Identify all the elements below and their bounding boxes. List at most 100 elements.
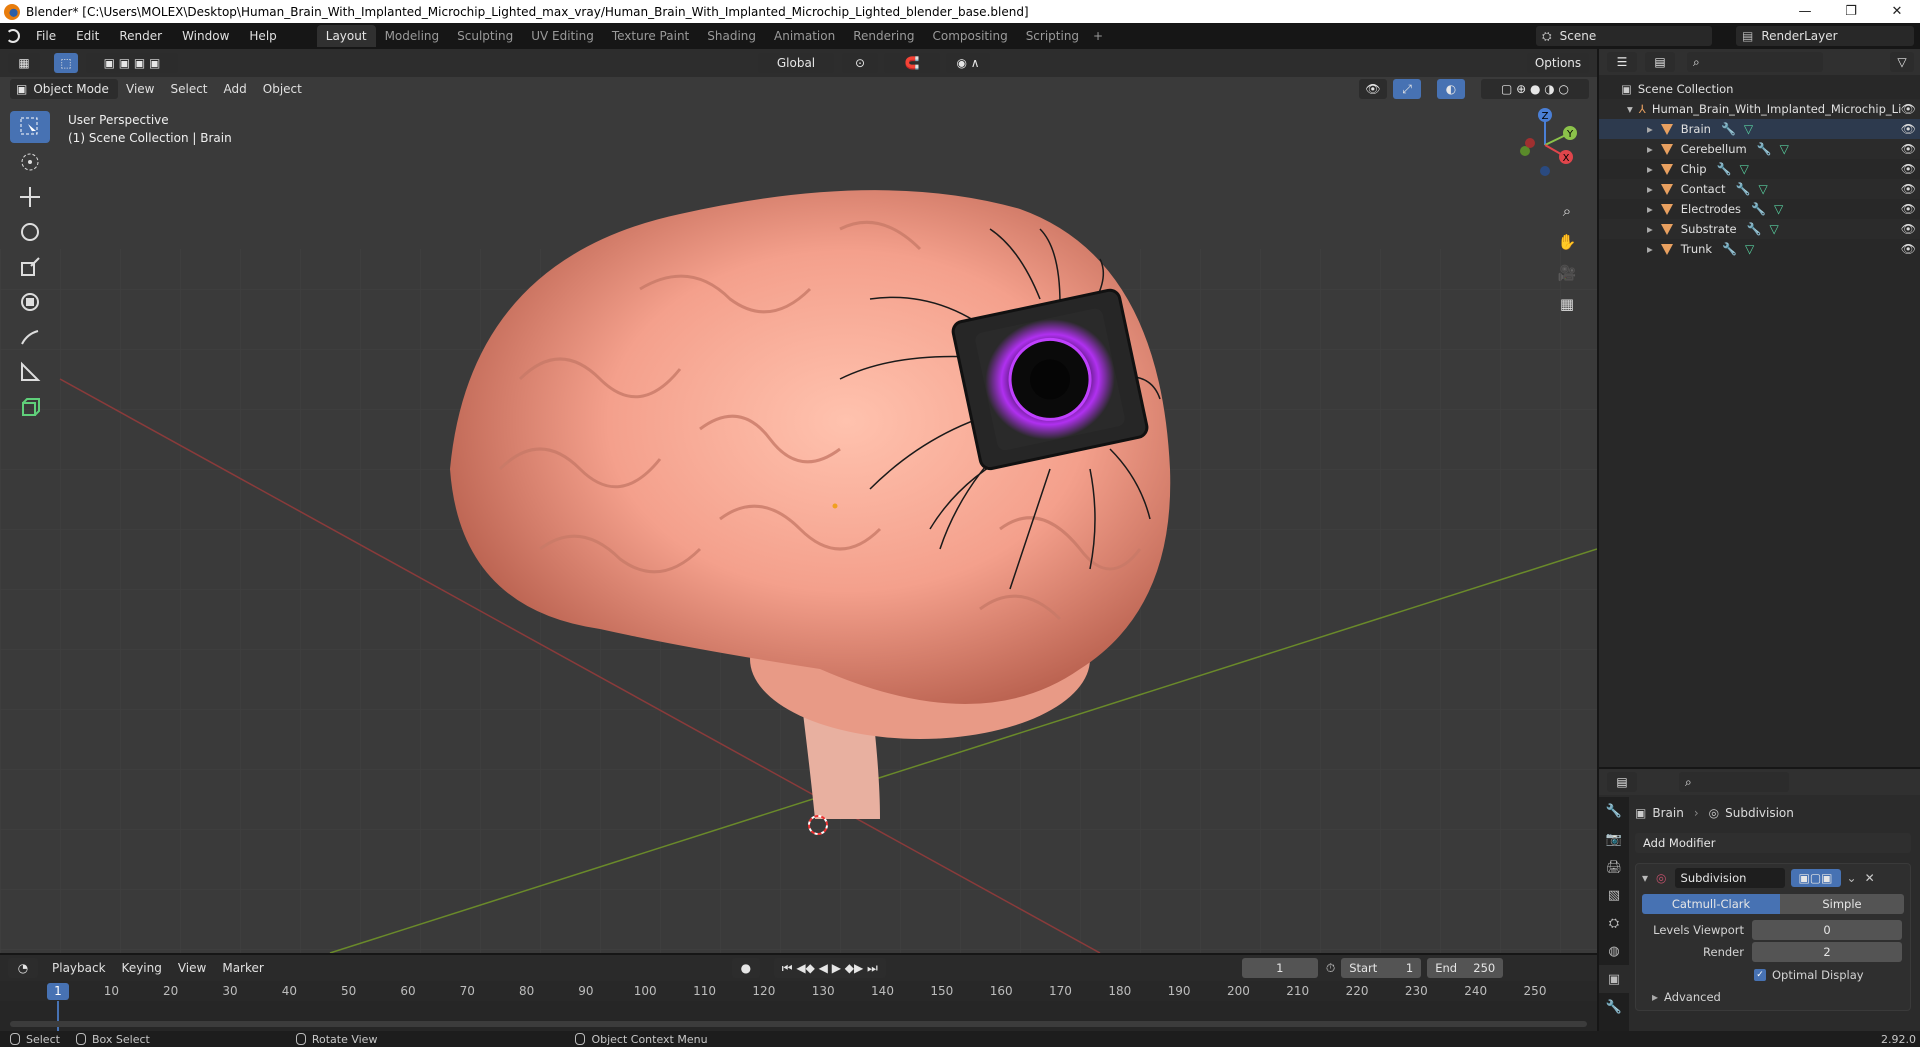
scene-selector[interactable]: ⛭ Scene bbox=[1536, 26, 1712, 46]
visibility-eye-icon[interactable]: 👁 bbox=[1901, 222, 1916, 236]
options-dropdown[interactable]: Options bbox=[1527, 53, 1589, 73]
transform-tool-icon[interactable] bbox=[10, 286, 50, 318]
world-tab-icon[interactable]: ◍ bbox=[1599, 937, 1629, 965]
viewport-menu-view[interactable]: View bbox=[118, 82, 162, 96]
optimal-display-checkbox[interactable]: ✓ bbox=[1754, 969, 1766, 981]
cursor-tool-icon[interactable] bbox=[10, 146, 50, 178]
pan-hand-icon[interactable]: ✋ bbox=[1553, 228, 1581, 256]
playhead[interactable]: 1 bbox=[47, 983, 69, 1000]
timeline-editor-type[interactable]: ◔ bbox=[8, 958, 38, 978]
tab-shading[interactable]: Shading bbox=[698, 25, 765, 47]
3d-viewport[interactable]: ▦ ⬚ ▣ ▣ ▣ ▣ Global ⊙ 🧲 ◉ ∧ Options ▣ Obj… bbox=[0, 49, 1597, 953]
filter-icon[interactable]: ▽ bbox=[1890, 52, 1914, 72]
stopwatch-icon[interactable]: ⏱ bbox=[1326, 961, 1335, 976]
properties-search-input[interactable]: ⌕ bbox=[1679, 772, 1789, 792]
scale-tool-icon[interactable] bbox=[10, 251, 50, 283]
record-keyframe-icon[interactable]: ● bbox=[731, 958, 760, 978]
remove-modifier-icon[interactable]: ✕ bbox=[1865, 871, 1875, 885]
add-workspace-button[interactable]: + bbox=[1088, 29, 1108, 43]
tab-animation[interactable]: Animation bbox=[765, 25, 844, 47]
tab-sculpting[interactable]: Sculpting bbox=[448, 25, 522, 47]
advanced-subpanel[interactable]: ▸ Advanced bbox=[1642, 990, 1904, 1004]
zoom-icon[interactable]: ⌕ bbox=[1553, 197, 1581, 225]
proportional-edit[interactable]: ◉ ∧ bbox=[946, 53, 990, 73]
collection-row[interactable]: ▾ ⅄ Human_Brain_With_Implanted_Microchip… bbox=[1599, 99, 1920, 119]
object-tab-icon[interactable]: ▣ bbox=[1599, 965, 1629, 993]
minimize-button[interactable]: — bbox=[1782, 0, 1828, 23]
outliner-item-contact[interactable]: ▸ Contact 🔧 ▽ 👁 bbox=[1599, 179, 1920, 199]
tab-rendering[interactable]: Rendering bbox=[844, 25, 923, 47]
timeline-menu-keying[interactable]: Keying bbox=[114, 961, 170, 975]
snap-toggle[interactable]: 🧲 bbox=[884, 53, 940, 73]
current-frame-input[interactable]: 1 bbox=[1241, 958, 1318, 978]
modifier-visibility-toggles[interactable]: ▣▢▣ bbox=[1790, 869, 1841, 887]
selection-mode-icons[interactable]: ▣ ▣ ▣ ▣ bbox=[86, 53, 178, 73]
simple-button[interactable]: Simple bbox=[1780, 894, 1904, 914]
pivot-dropdown[interactable]: ⊙ bbox=[842, 53, 878, 73]
properties-editor-type[interactable]: ▤ bbox=[1607, 772, 1637, 792]
display-mode-dropdown[interactable]: ▤ bbox=[1645, 52, 1675, 72]
output-tab-icon[interactable]: 🖨 bbox=[1599, 853, 1629, 881]
menu-file[interactable]: File bbox=[26, 23, 66, 49]
move-tool-icon[interactable] bbox=[10, 181, 50, 213]
shading-mode-icons[interactable]: ▢ ⊕ ● ◑ ○ bbox=[1481, 79, 1589, 99]
select-box-tool[interactable] bbox=[10, 111, 50, 143]
outliner-item-electrodes[interactable]: ▸ Electrodes 🔧 ▽ 👁 bbox=[1599, 199, 1920, 219]
render-layer-selector[interactable]: ▤ RenderLayer bbox=[1736, 26, 1914, 46]
tool-tab-icon[interactable]: 🔧 bbox=[1599, 797, 1629, 825]
tab-compositing[interactable]: Compositing bbox=[923, 25, 1016, 47]
rotate-tool-icon[interactable] bbox=[10, 216, 50, 248]
scene-collection-row[interactable]: ▣ Scene Collection bbox=[1599, 79, 1920, 99]
axis-gizmo[interactable]: Z Y X bbox=[1510, 107, 1580, 177]
outliner-item-substrate[interactable]: ▸ Substrate 🔧 ▽ 👁 bbox=[1599, 219, 1920, 239]
menu-window[interactable]: Window bbox=[172, 23, 239, 49]
maximize-button[interactable]: ❐ bbox=[1828, 0, 1874, 23]
viewport-menu-object[interactable]: Object bbox=[255, 82, 310, 96]
menu-render[interactable]: Render bbox=[109, 23, 172, 49]
blender-menu-icon[interactable] bbox=[0, 23, 26, 49]
render-tab-icon[interactable]: 📷 bbox=[1599, 825, 1629, 853]
menu-help[interactable]: Help bbox=[239, 23, 286, 49]
ortho-grid-icon[interactable]: ▦ bbox=[1553, 290, 1581, 318]
add-cube-tool-icon[interactable] bbox=[10, 391, 50, 423]
outliner-item-trunk[interactable]: ▸ Trunk 🔧 ▽ 👁 bbox=[1599, 239, 1920, 259]
levels-viewport-input[interactable]: 0 bbox=[1752, 920, 1902, 940]
measure-tool-icon[interactable] bbox=[10, 356, 50, 388]
timeline-track[interactable] bbox=[0, 1001, 1597, 1033]
editor-type-button[interactable]: ▦ bbox=[8, 53, 40, 73]
tab-scripting[interactable]: Scripting bbox=[1017, 25, 1088, 47]
tab-modeling[interactable]: Modeling bbox=[376, 25, 449, 47]
timeline-menu-view[interactable]: View bbox=[170, 961, 214, 975]
visibility-icon[interactable]: 👁 bbox=[1359, 79, 1387, 99]
tab-layout[interactable]: Layout bbox=[316, 25, 376, 47]
view-layer-tab-icon[interactable]: ▧ bbox=[1599, 881, 1629, 909]
overlay-toggle-icon[interactable]: ◐ bbox=[1437, 79, 1465, 99]
menu-edit[interactable]: Edit bbox=[66, 23, 109, 49]
gizmo-toggle-icon[interactable]: ⤢ bbox=[1393, 79, 1421, 99]
mode-dropdown[interactable]: ▣ Object Mode bbox=[10, 79, 118, 99]
viewport-menu-add[interactable]: Add bbox=[216, 82, 255, 96]
visibility-eye-icon[interactable]: 👁 bbox=[1901, 142, 1916, 156]
outliner-item-cerebellum[interactable]: ▸ Cerebellum 🔧 ▽ 👁 bbox=[1599, 139, 1920, 159]
modifier-name-field[interactable]: Subdivision bbox=[1674, 868, 1785, 888]
outliner-search-input[interactable]: ⌕ bbox=[1687, 52, 1823, 72]
timeline-menu-playback[interactable]: Playback bbox=[44, 961, 114, 975]
orientation-dropdown[interactable]: Global bbox=[758, 53, 834, 73]
modifier-tab-icon[interactable]: 🔧 bbox=[1599, 993, 1629, 1021]
camera-view-icon[interactable]: 🎥 bbox=[1553, 259, 1581, 287]
start-frame-input[interactable]: Start 1 bbox=[1341, 958, 1422, 978]
outliner-item-brain[interactable]: ▸ Brain 🔧 ▽ 👁 bbox=[1599, 119, 1920, 139]
select-mode-button[interactable]: ⬚ bbox=[54, 53, 78, 73]
tab-texture-paint[interactable]: Texture Paint bbox=[603, 25, 698, 47]
outliner-editor-type[interactable]: ☰ bbox=[1607, 52, 1637, 72]
close-button[interactable]: ✕ bbox=[1874, 0, 1920, 23]
visibility-eye-icon[interactable]: 👁 bbox=[1901, 162, 1916, 176]
visibility-eye-icon[interactable]: 👁 bbox=[1901, 242, 1916, 256]
timeline-ruler[interactable]: 1 10 20 30 40 50 60 70 80 90 100 110 120 130 140 150 16… bbox=[0, 981, 1597, 1001]
add-modifier-dropdown[interactable]: Add Modifier bbox=[1635, 833, 1911, 853]
timeline-scrollbar[interactable] bbox=[10, 1021, 1587, 1027]
end-frame-input[interactable]: End 250 bbox=[1427, 958, 1504, 978]
visibility-eye-icon[interactable]: 👁 bbox=[1901, 202, 1916, 216]
catmull-clark-button[interactable]: Catmull-Clark bbox=[1642, 894, 1780, 914]
modifier-dropdown-icon[interactable]: ⌄ bbox=[1847, 871, 1857, 885]
